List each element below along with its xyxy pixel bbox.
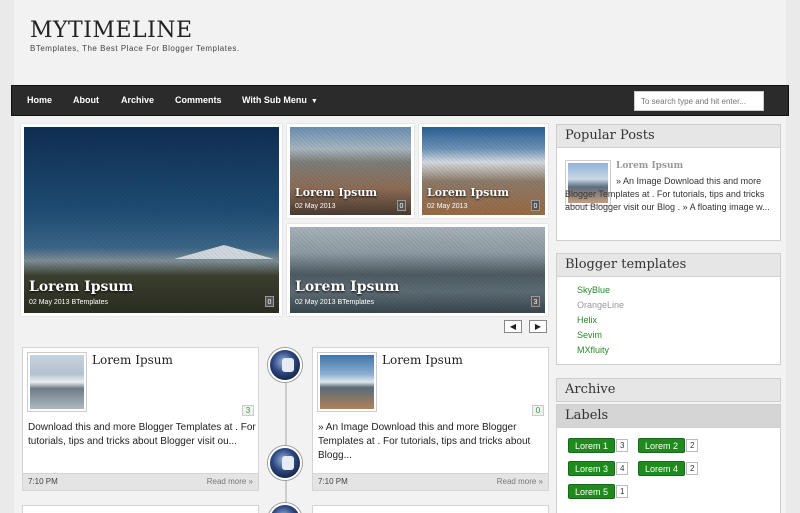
nav-comments[interactable]: Comments xyxy=(175,86,222,115)
comment-count-badge: 0 xyxy=(531,200,540,211)
next-arrow-icon[interactable]: ▶ xyxy=(529,320,547,333)
post-excerpt: Download this and more Blogger Templates… xyxy=(28,422,256,447)
comment-count-badge: 3 xyxy=(531,296,540,307)
slide-title[interactable]: Lorem Ipsum xyxy=(295,279,399,295)
label-count: 4 xyxy=(616,462,629,475)
template-link[interactable]: Sevim xyxy=(577,330,602,340)
template-link[interactable]: MXfluity xyxy=(577,345,609,355)
post-thumbnail[interactable] xyxy=(317,352,377,412)
labels-widget: Labels Lorem 1 3 Lorem 2 2 Lorem 3 4 Lor… xyxy=(556,404,781,513)
slide-meta: 02 May 2013 BTemplates xyxy=(295,299,374,306)
stripe-overlay xyxy=(290,127,411,215)
popular-post-title[interactable]: Lorem Ipsum xyxy=(616,161,683,171)
comment-count-badge: 0 xyxy=(397,200,406,211)
slide-date: 02 May 2013 xyxy=(295,203,336,210)
slide-small-1[interactable]: Lorem Ipsum 02 May 2013 0 xyxy=(287,124,414,218)
nav-home[interactable]: Home xyxy=(27,86,52,115)
nav-with-sub-menu-label: With Sub Menu xyxy=(242,95,307,105)
nav-with-sub-menu[interactable]: With Sub Menu ▼ xyxy=(242,86,318,115)
popular-posts-widget: Popular Posts Lorem Ipsum » An Image Dow… xyxy=(556,124,781,241)
nav-archive[interactable]: Archive xyxy=(121,86,154,115)
comment-count-badge[interactable]: 3 xyxy=(242,405,254,416)
archive-widget[interactable]: Archive xyxy=(556,378,781,402)
slide-wide[interactable]: Lorem Ipsum 02 May 2013 BTemplates 3 xyxy=(287,224,548,316)
post-time: 7:10 PM xyxy=(318,477,348,486)
post-footer: 7:10 PM Read more » xyxy=(23,473,258,490)
post-thumbnail[interactable] xyxy=(27,352,87,412)
post-card: Lorem Ipsum 0 » An Image Download this a… xyxy=(312,347,549,491)
slide-author: BTemplates xyxy=(337,299,375,306)
label-tag[interactable]: Lorem 3 xyxy=(568,461,616,476)
prev-arrow-icon[interactable]: ◀ xyxy=(504,320,522,333)
label-tag[interactable]: Lorem 1 xyxy=(568,438,616,453)
author-avatar[interactable] xyxy=(268,446,302,480)
featured-slider: Lorem Ipsum 02 May 2013 BTemplates 0 Lor… xyxy=(21,124,548,316)
slide-date: 02 May 2013 xyxy=(295,299,336,306)
author-avatar[interactable] xyxy=(268,348,302,382)
label-count: 2 xyxy=(686,439,699,452)
slide-meta: 02 May 2013 BTemplates xyxy=(29,299,108,306)
label-count: 1 xyxy=(616,485,629,498)
post-title[interactable]: Lorem Ipsum xyxy=(92,353,173,367)
template-link[interactable]: SkyBlue xyxy=(577,285,610,295)
comment-count-badge[interactable]: 0 xyxy=(532,405,544,416)
popular-post-excerpt: » An Image Download this and more Blogge… xyxy=(565,176,770,212)
slide-title[interactable]: Lorem Ipsum xyxy=(295,186,377,199)
post-footer: 7:10 PM Read more » xyxy=(313,473,548,490)
comment-count-badge: 0 xyxy=(265,296,274,307)
slide-author: BTemplates xyxy=(71,299,109,306)
post-title[interactable]: Lorem Ipsum xyxy=(382,353,463,367)
read-more-link[interactable]: Read more » xyxy=(497,474,543,490)
read-more-link[interactable]: Read more » xyxy=(207,474,253,490)
post-time: 7:10 PM xyxy=(28,477,58,486)
post-excerpt: » An Image Download this and more Blogge… xyxy=(318,422,531,461)
caret-down-icon: ▼ xyxy=(310,98,318,105)
label-tag[interactable]: Lorem 2 xyxy=(638,438,686,453)
widget-title: Popular Posts xyxy=(557,125,780,148)
nav-about[interactable]: About xyxy=(73,86,99,115)
label-count: 2 xyxy=(686,462,699,475)
main-navbar: Home About Archive Comments With Sub Men… xyxy=(11,85,789,116)
template-link[interactable]: Helix xyxy=(577,315,597,325)
label-tag[interactable]: Lorem 4 xyxy=(638,461,686,476)
search-input[interactable] xyxy=(634,91,764,111)
widget-title: Blogger templates xyxy=(557,254,780,277)
post-card-partial xyxy=(22,505,259,513)
post-card-partial xyxy=(312,505,549,513)
stripe-overlay xyxy=(422,127,545,215)
slide-large[interactable]: Lorem Ipsum 02 May 2013 BTemplates 0 xyxy=(21,124,282,316)
site-description: BTemplates, The Best Place For Blogger T… xyxy=(30,44,240,53)
label-tag[interactable]: Lorem 5 xyxy=(568,484,616,499)
site-title[interactable]: MYTIMELINE xyxy=(30,18,193,43)
blogger-templates-widget: Blogger templates SkyBlue OrangeLine Hel… xyxy=(556,253,781,365)
template-link[interactable]: OrangeLine xyxy=(577,300,624,310)
slide-small-2[interactable]: Lorem Ipsum 02 May 2013 0 xyxy=(419,124,548,218)
slide-date: 02 May 2013 xyxy=(427,203,468,210)
slide-title[interactable]: Lorem Ipsum xyxy=(29,279,133,295)
post-card: Lorem Ipsum 3 Download this and more Blo… xyxy=(22,347,259,491)
widget-title: Labels xyxy=(557,405,780,428)
widget-title: Archive xyxy=(557,379,780,402)
slide-date: 02 May 2013 xyxy=(29,299,70,306)
slide-title[interactable]: Lorem Ipsum xyxy=(427,186,509,199)
timeline-line xyxy=(285,360,287,513)
label-count: 3 xyxy=(616,439,629,452)
